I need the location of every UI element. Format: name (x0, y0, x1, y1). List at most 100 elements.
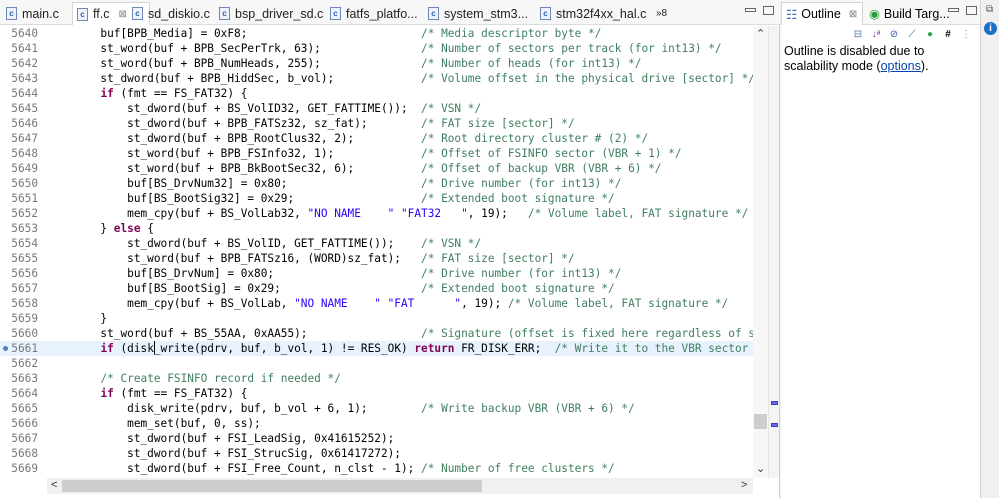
occurrence-marker[interactable] (771, 423, 778, 427)
close-icon[interactable]: ⊠ (118, 9, 126, 20)
line-number: 5669 (11, 462, 38, 475)
code-line[interactable]: 5661 if (disk_write(pdrv, buf, b_vol, 1)… (0, 341, 753, 356)
tab-build-targets[interactable]: ◉ Build Targ... (865, 2, 954, 25)
code-line[interactable]: 5647 st_dword(buf + BPB_RootClus32, 2); … (0, 131, 753, 146)
tab-sd-diskio-c[interactable]: c sd_diskio.c (128, 2, 218, 25)
options-link[interactable]: options (881, 59, 921, 73)
line-number: 5643 (11, 72, 38, 85)
comment-token: /* FAT size [sector] */ (421, 117, 575, 130)
code-text: mem_cpy(buf + BS_VolLab, "NO NAME " "FAT… (47, 296, 728, 311)
code-line[interactable]: 5648 st_word(buf + BPB_FSInfo32, 1); /* … (0, 146, 753, 161)
code-token: mem_set(buf, 0, ss); (47, 417, 261, 430)
code-text: st_dword(buf + FSI_LeadSig, 0x41615252); (47, 431, 394, 446)
sort-icon[interactable]: ↓ᵃ (870, 29, 882, 40)
maximize-button[interactable] (763, 6, 774, 15)
minimize-button[interactable] (745, 8, 756, 12)
code-line[interactable]: 5642 st_word(buf + BPB_NumHeads, 255); /… (0, 56, 753, 71)
hide-defines-icon[interactable]: # (942, 29, 954, 40)
code-line[interactable]: 5645 st_dword(buf + BS_VolID32, GET_FATT… (0, 101, 753, 116)
horizontal-scroll-thumb[interactable] (62, 480, 482, 492)
outline-tab-bar: ☷ Outline ⊠ ◉ Build Targ... (781, 0, 980, 25)
hide-fields-icon[interactable]: ⊘ (888, 29, 900, 40)
code-line[interactable]: 5662 (0, 356, 753, 371)
code-line[interactable]: 5643 st_dword(buf + BPB_HiddSec, b_vol);… (0, 71, 753, 86)
scroll-up-icon[interactable]: ⌃ (756, 27, 765, 40)
tab-stm32f4xx-hal-c[interactable]: c stm32f4xx_hal.c (536, 2, 646, 25)
occurrence-marker[interactable] (771, 401, 778, 405)
code-line[interactable]: 5646 st_dword(buf + BPB_FATSz32, sz_fat)… (0, 116, 753, 131)
line-number: 5641 (11, 42, 38, 55)
code-line[interactable]: 5667 st_dword(buf + FSI_LeadSig, 0x41615… (0, 431, 753, 446)
close-icon[interactable]: ⊠ (849, 9, 857, 20)
overview-ruler[interactable] (768, 26, 779, 478)
vertical-scrollbar[interactable]: ⌃ ⌄ (753, 26, 768, 478)
code-line[interactable]: 5651 buf[BS_BootSig32] = 0x29; /* Extend… (0, 191, 753, 206)
vertical-scroll-thumb[interactable] (754, 414, 767, 429)
comment-token: /* Root directory cluster # (2) */ (421, 132, 649, 145)
scroll-down-icon[interactable]: ⌄ (756, 462, 765, 475)
code-line[interactable]: 5663 /* Create FSINFO record if needed *… (0, 371, 753, 386)
code-token: { (140, 222, 154, 235)
keyword-token: if (100, 387, 114, 400)
code-token: mem_cpy(buf + BS_VolLab32, (47, 207, 308, 220)
c-file-icon: c (540, 7, 551, 20)
comment-token: /* Volume label, FAT signature */ (527, 207, 749, 220)
code-text: disk_write(pdrv, buf, b_vol + 6, 1); /* … (47, 401, 635, 416)
line-number: 5664 (11, 387, 38, 400)
code-line[interactable]: 5654 st_dword(buf + BS_VolID, GET_FATTIM… (0, 236, 753, 251)
code-line[interactable]: 5665 disk_write(pdrv, buf, b_vol + 6, 1)… (0, 401, 753, 416)
code-text: st_dword(buf + BPB_FATSz32, sz_fat); /* … (47, 116, 575, 131)
code-token: st_word(buf + BPB_SecPerTrk, 63); (47, 42, 422, 55)
code-text: } (47, 311, 107, 326)
code-text: st_dword(buf + FSI_StrucSig, 0x61417272)… (47, 446, 401, 461)
info-icon[interactable]: i (984, 22, 997, 35)
code-line[interactable]: 5641 st_word(buf + BPB_SecPerTrk, 63); /… (0, 41, 753, 56)
tab-system-stm32[interactable]: c system_stm3... (424, 2, 528, 25)
code-line[interactable]: 5658 mem_cpy(buf + BS_VolLab, "NO NAME "… (0, 296, 753, 311)
scroll-right-icon[interactable]: > (741, 479, 747, 491)
collapse-all-icon[interactable]: ⊟ (852, 29, 864, 40)
code-text: st_dword(buf + BPB_RootClus32, 2); /* Ro… (47, 131, 648, 146)
line-number: 5665 (11, 402, 38, 415)
code-line[interactable]: 5653 } else { (0, 221, 753, 236)
code-line[interactable]: 5659 } (0, 311, 753, 326)
code-line[interactable]: 5660 st_word(buf + BS_55AA, 0xAA55); /* … (0, 326, 753, 341)
code-text: st_dword(buf + BS_VolID32, GET_FATTIME()… (47, 101, 481, 116)
tab-fatfs-platform[interactable]: c fatfs_platfo... (326, 2, 418, 25)
code-token: buf[BPB_Media] = 0xF8; (47, 27, 422, 40)
code-token: st_word(buf + BPB_FSInfo32, 1); (47, 147, 422, 160)
code-line[interactable]: 5669 st_dword(buf + FSI_Free_Count, n_cl… (0, 461, 753, 476)
code-line[interactable]: 5652 mem_cpy(buf + BS_VolLab32, "NO NAME… (0, 206, 753, 221)
hide-static-icon[interactable]: ⟋ (906, 29, 918, 40)
outline-toolbar: ⊟ ↓ᵃ ⊘ ⟋ ● # ⋮ (781, 26, 980, 42)
code-line[interactable]: 5657 buf[BS_BootSig] = 0x29; /* Extended… (0, 281, 753, 296)
code-text: buf[BS_BootSig] = 0x29; /* Extended boot… (47, 281, 615, 296)
line-number: 5662 (11, 357, 38, 370)
code-line[interactable]: 5649 st_word(buf + BPB_BkBootSec32, 6); … (0, 161, 753, 176)
code-line[interactable]: 5668 st_dword(buf + FSI_StrucSig, 0x6141… (0, 446, 753, 461)
tab-main-c[interactable]: c main.c (2, 2, 70, 25)
code-line[interactable]: 5664 if (fmt == FS_FAT32) { (0, 386, 753, 401)
code-line[interactable]: 5644 if (fmt == FS_FAT32) { (0, 86, 753, 101)
code-line[interactable]: 5656 buf[BS_DrvNum] = 0x80; /* Drive num… (0, 266, 753, 281)
tab-overflow-button[interactable]: »8 (652, 2, 667, 25)
code-token: buf[BS_DrvNum32] = 0x80; (47, 177, 422, 190)
code-line[interactable]: 5655 st_word(buf + BPB_FATSz16, (WORD)sz… (0, 251, 753, 266)
scroll-left-icon[interactable]: < (51, 479, 57, 491)
view-menu-icon[interactable]: ⋮ (960, 29, 972, 40)
line-number: 5640 (11, 27, 38, 40)
code-line[interactable]: 5666 mem_set(buf, 0, ss); (0, 416, 753, 431)
hide-nonpublic-icon[interactable]: ● (924, 29, 936, 40)
horizontal-scrollbar[interactable]: < > (47, 478, 753, 494)
tab-bsp-driver-sd-c[interactable]: c bsp_driver_sd.c (215, 2, 323, 25)
code-area[interactable]: 5640 buf[BPB_Media] = 0xF8; /* Media des… (0, 26, 753, 478)
maximize-button[interactable] (966, 6, 977, 15)
restore-icon[interactable]: ⧉ (986, 4, 993, 15)
code-token: buf[BS_BootSig] = 0x29; (47, 282, 422, 295)
line-number: 5656 (11, 267, 38, 280)
code-line[interactable]: 5650 buf[BS_DrvNum32] = 0x80; /* Drive n… (0, 176, 753, 191)
code-line[interactable]: 5640 buf[BPB_Media] = 0xF8; /* Media des… (0, 26, 753, 41)
tab-outline[interactable]: ☷ Outline ⊠ (781, 2, 863, 25)
minimize-button[interactable] (948, 8, 959, 12)
